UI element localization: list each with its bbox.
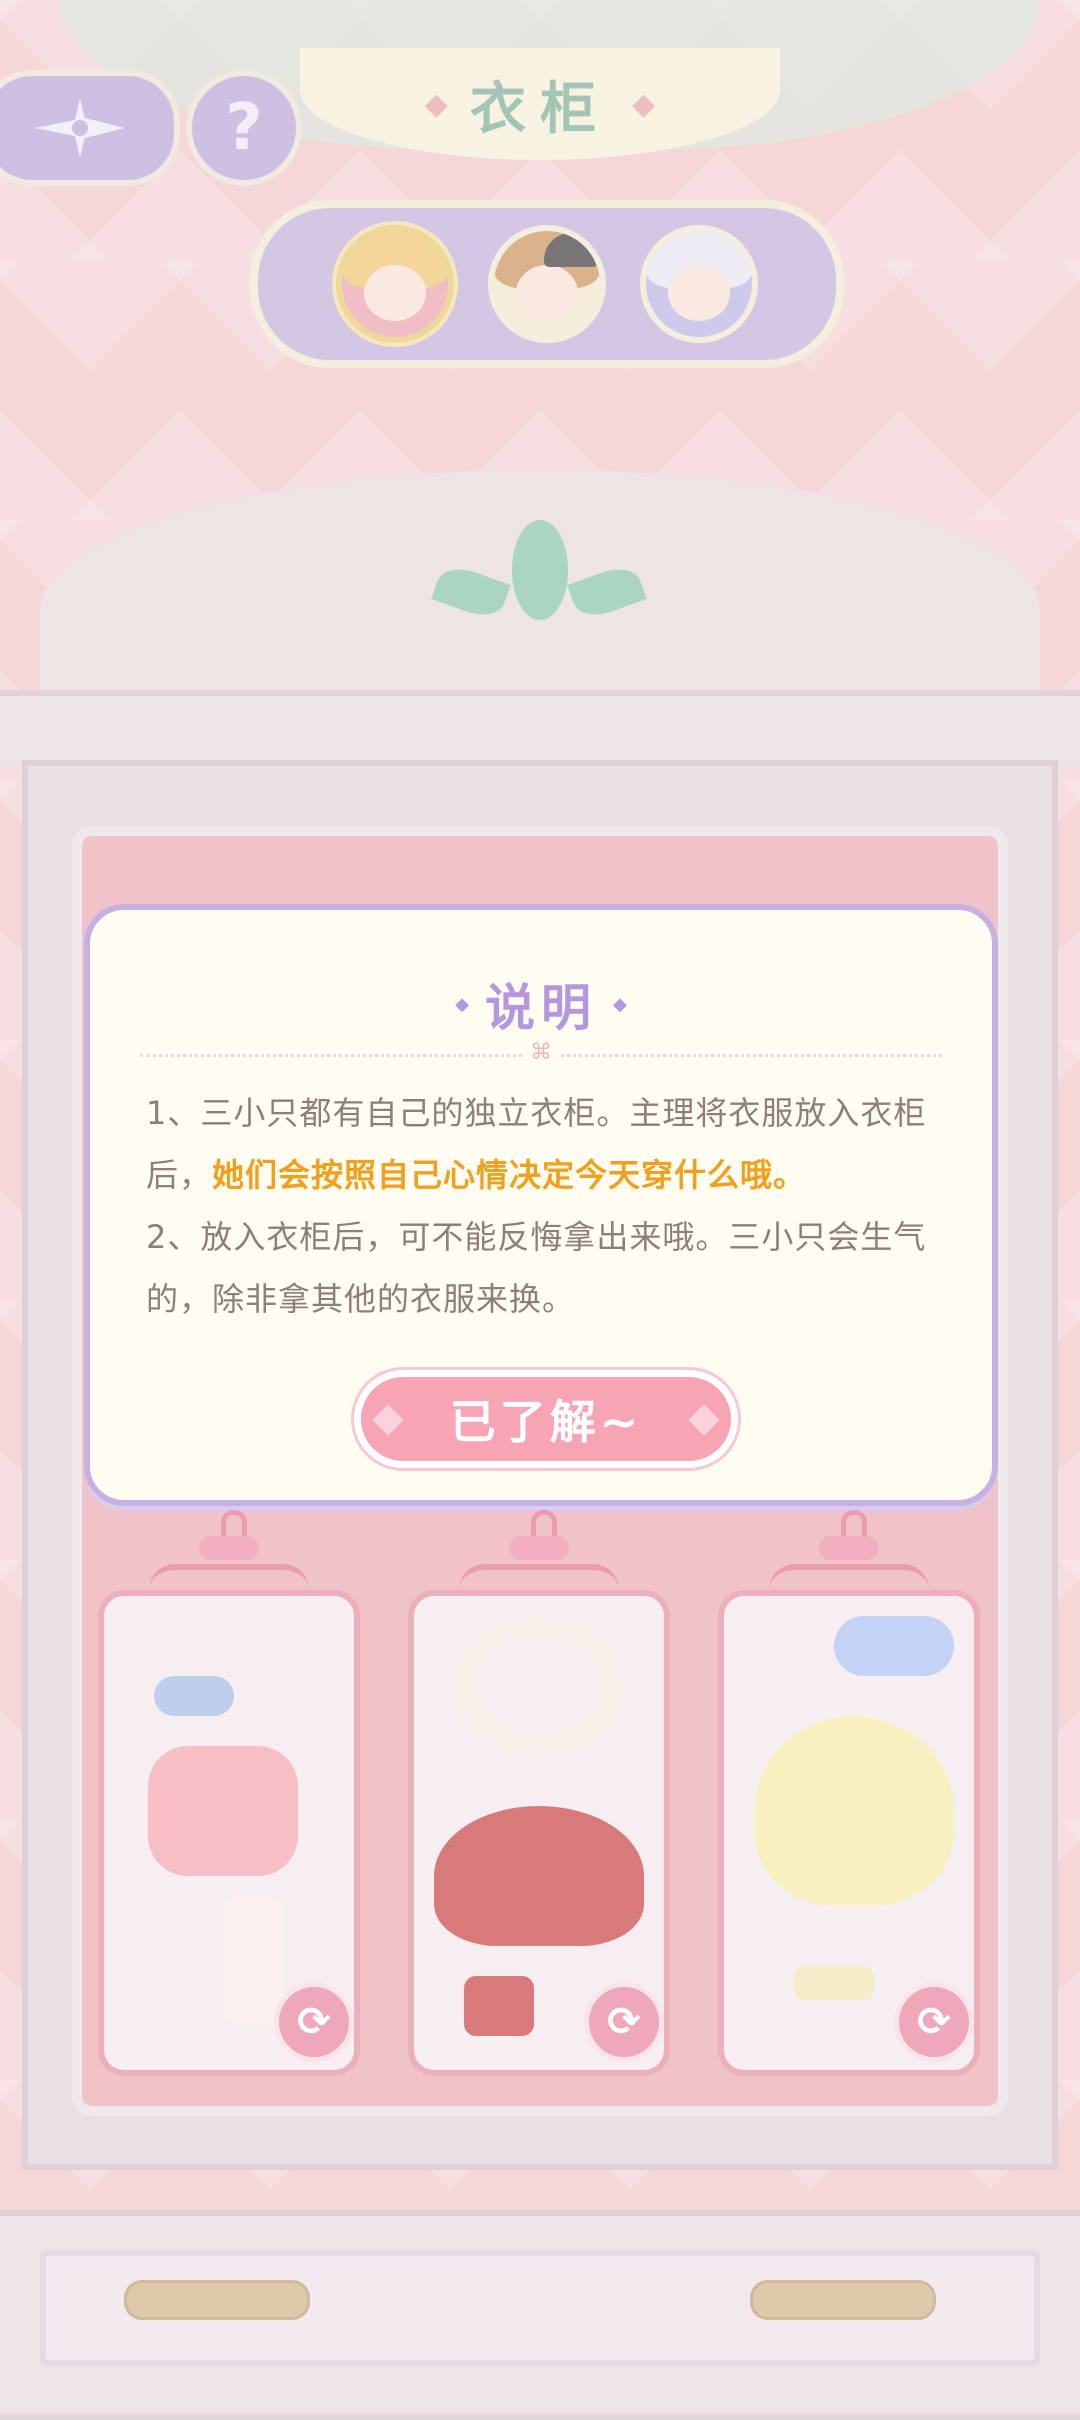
dialog-title-row: ◆ 说明 ◆ <box>90 968 992 1040</box>
confirm-label: 已了解~ <box>449 1395 643 1449</box>
info-dialog: ◆ 说明 ◆ ⌘ 1、三小只都有自己的独立衣柜。主理将衣服放入衣柜后，她们会按照… <box>84 904 998 1506</box>
diamond-deco-icon <box>372 1404 404 1436</box>
diamond-deco-icon <box>688 1404 720 1436</box>
diamond-deco-icon: ◆ <box>613 993 627 1015</box>
dialog-body: 1、三小只都有自己的独立衣柜。主理将衣服放入衣柜后，她们会按照自己心情决定今天穿… <box>146 1082 944 1330</box>
confirm-button[interactable]: 已了解~ <box>354 1370 738 1468</box>
bow-icon: ⌘ <box>523 1042 559 1064</box>
rule-1-highlight: 她们会按照自己心情决定今天穿什么哦。 <box>212 1156 807 1194</box>
diamond-deco-icon: ◆ <box>455 993 469 1015</box>
dialog-title: 说明 <box>485 979 597 1037</box>
rule-2-text: 2、放入衣柜后，可不能反悔拿出来哦。三小只会生气的，除非拿其他的衣服来换。 <box>146 1218 927 1318</box>
